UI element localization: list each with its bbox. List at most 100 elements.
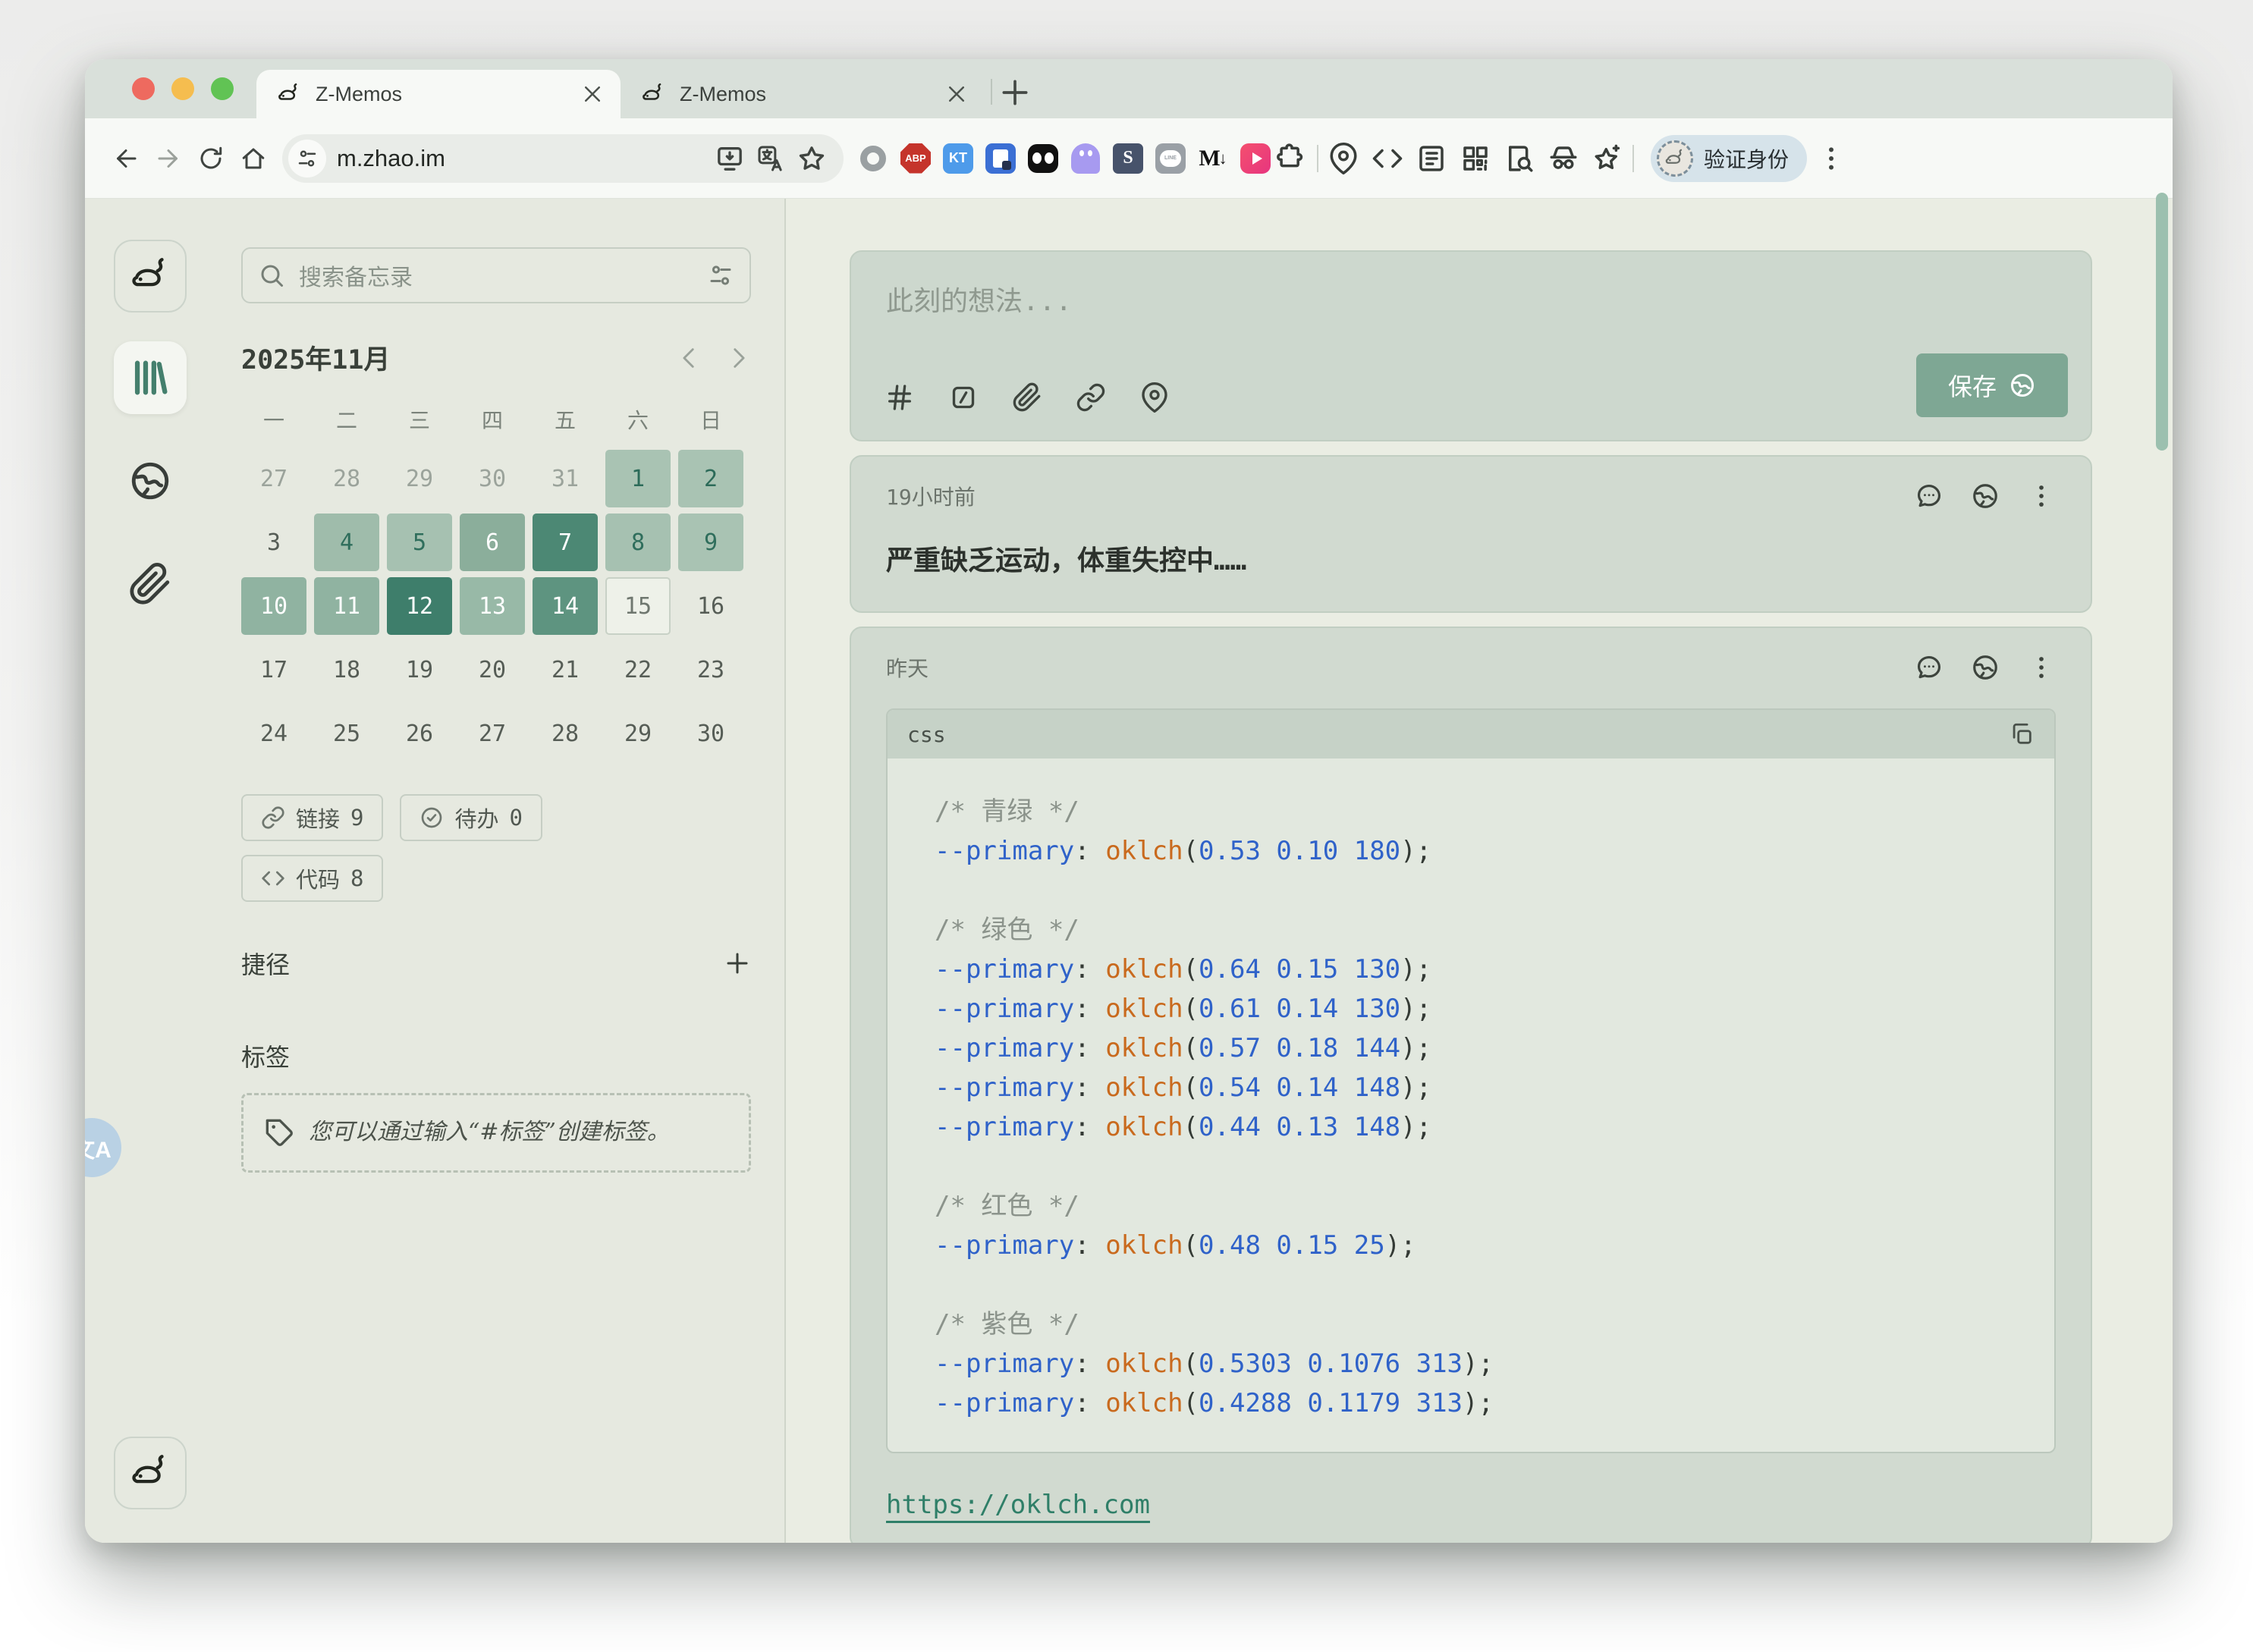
calendar-day[interactable]: 7: [533, 514, 598, 571]
calendar-day[interactable]: 17: [241, 641, 306, 699]
kebab-menu-icon[interactable]: [2027, 482, 2056, 510]
calendar-day[interactable]: 30: [460, 450, 525, 507]
night-eyes-icon[interactable]: [1026, 141, 1061, 176]
password-lock-icon[interactable]: [983, 141, 1018, 176]
calendar-day[interactable]: 10: [241, 577, 306, 635]
incognito-icon[interactable]: [1548, 143, 1579, 174]
forward-icon[interactable]: [147, 137, 190, 180]
reading-list-icon[interactable]: [1416, 143, 1447, 174]
back-icon[interactable]: [105, 137, 147, 180]
code-icon[interactable]: [1372, 143, 1403, 174]
calendar-day[interactable]: 23: [678, 641, 743, 699]
nav-memos-button[interactable]: [114, 341, 187, 414]
adblock-plus-icon[interactable]: ABP: [898, 141, 933, 176]
calendar-day[interactable]: 29: [605, 705, 671, 762]
calendar-day[interactable]: 12: [387, 577, 452, 635]
copy-icon[interactable]: [2009, 721, 2035, 747]
calendar-day[interactable]: 3: [241, 514, 306, 571]
calendar-day[interactable]: 13: [460, 577, 525, 635]
address-bar[interactable]: m.zhao.im: [282, 134, 844, 183]
calendar-day[interactable]: 18: [314, 641, 379, 699]
calendar-day[interactable]: 14: [533, 577, 598, 635]
calendar-day[interactable]: 24: [241, 705, 306, 762]
calendar-day[interactable]: 30: [678, 705, 743, 762]
extensions-puzzle-icon[interactable]: [1273, 141, 1308, 176]
nav-attachments-button[interactable]: [114, 548, 187, 620]
calendar-day[interactable]: 28: [314, 450, 379, 507]
url-text[interactable]: m.zhao.im: [337, 145, 704, 172]
calendar-day[interactable]: 28: [533, 705, 598, 762]
reload-icon[interactable]: [190, 137, 232, 180]
oklch-link[interactable]: https://oklch.com: [886, 1490, 1150, 1520]
todo-slash-icon[interactable]: [948, 382, 979, 413]
profile-chip[interactable]: 验证身份: [1651, 135, 1807, 182]
calendar-day[interactable]: 15: [605, 577, 671, 635]
globe-icon[interactable]: [1971, 653, 2000, 682]
new-tab-button[interactable]: [998, 76, 1032, 109]
calendar-day[interactable]: 6: [460, 514, 525, 571]
memo-editor[interactable]: 此刻的想法... 保存: [850, 250, 2092, 441]
paperclip-icon[interactable]: [1012, 382, 1042, 413]
calendar-day[interactable]: 2: [678, 450, 743, 507]
app-logo-button[interactable]: [114, 240, 187, 312]
tab-z-memos-inactive[interactable]: Z-Memos: [621, 70, 985, 118]
s-box-icon[interactable]: S: [1111, 141, 1145, 176]
search-page-icon[interactable]: [1504, 143, 1535, 174]
add-shortcut-icon[interactable]: [724, 950, 751, 977]
calendar-day[interactable]: 21: [533, 641, 598, 699]
search-input[interactable]: 搜索备忘录: [241, 247, 751, 303]
todos-stat-chip[interactable]: 待办 0: [400, 794, 542, 841]
calendar-day[interactable]: 20: [460, 641, 525, 699]
close-icon[interactable]: [945, 83, 968, 105]
close-icon[interactable]: [581, 83, 604, 105]
comment-icon[interactable]: [1915, 482, 1943, 510]
install-app-icon[interactable]: [715, 143, 745, 174]
calendar-day[interactable]: 27: [241, 450, 306, 507]
calendar-day[interactable]: 8: [605, 514, 671, 571]
calendar-day[interactable]: 19: [387, 641, 452, 699]
markdownload-icon[interactable]: M↓: [1196, 141, 1230, 176]
line-icon[interactable]: LINE: [1153, 141, 1188, 176]
bookmark-star-icon[interactable]: [797, 143, 827, 174]
translate-icon[interactable]: [756, 143, 786, 174]
hash-icon[interactable]: [885, 382, 915, 413]
loop-ring-icon[interactable]: [856, 141, 891, 176]
code-stat-chip[interactable]: 代码 8: [241, 855, 383, 902]
calendar-day[interactable]: 5: [387, 514, 452, 571]
scrollbar-thumb[interactable]: [2156, 193, 2168, 451]
video-summarizer-icon[interactable]: [1238, 141, 1273, 176]
calendar-day[interactable]: 4: [314, 514, 379, 571]
home-icon[interactable]: [232, 137, 275, 180]
bookmark-star-icon[interactable]: [1592, 143, 1623, 174]
location-pin-icon[interactable]: [1139, 382, 1170, 413]
calendar-day[interactable]: 9: [678, 514, 743, 571]
calendar-day[interactable]: 27: [460, 705, 525, 762]
calendar-day[interactable]: 26: [387, 705, 452, 762]
ghostery-icon[interactable]: [1068, 141, 1103, 176]
calendar-day[interactable]: 1: [605, 450, 671, 507]
browser-menu-icon[interactable]: [1816, 143, 1846, 174]
close-window-button[interactable]: [132, 77, 155, 100]
calendar-day[interactable]: 29: [387, 450, 452, 507]
minimize-window-button[interactable]: [171, 77, 194, 100]
globe-icon[interactable]: [1971, 482, 2000, 510]
comment-icon[interactable]: [1915, 653, 1943, 682]
nav-explore-button[interactable]: [114, 444, 187, 517]
calendar-day[interactable]: 16: [678, 577, 743, 635]
qr-code-icon[interactable]: [1460, 143, 1491, 174]
calendar-day[interactable]: 22: [605, 641, 671, 699]
filter-icon[interactable]: [707, 262, 734, 289]
kiwi-kt-icon[interactable]: KT: [941, 141, 976, 176]
save-button[interactable]: 保存: [1916, 353, 2068, 417]
kebab-menu-icon[interactable]: [2027, 653, 2056, 682]
profile-rat-button[interactable]: [114, 1437, 187, 1509]
calendar-day[interactable]: 25: [314, 705, 379, 762]
chevron-right-icon[interactable]: [725, 345, 751, 371]
calendar-day[interactable]: 11: [314, 577, 379, 635]
tab-z-memos-active[interactable]: Z-Memos: [256, 70, 621, 118]
link-icon[interactable]: [1076, 382, 1106, 413]
links-stat-chip[interactable]: 链接 9: [241, 794, 383, 841]
site-settings-icon[interactable]: [288, 140, 326, 177]
zoom-window-button[interactable]: [211, 77, 234, 100]
location-pin-icon[interactable]: [1328, 143, 1359, 174]
